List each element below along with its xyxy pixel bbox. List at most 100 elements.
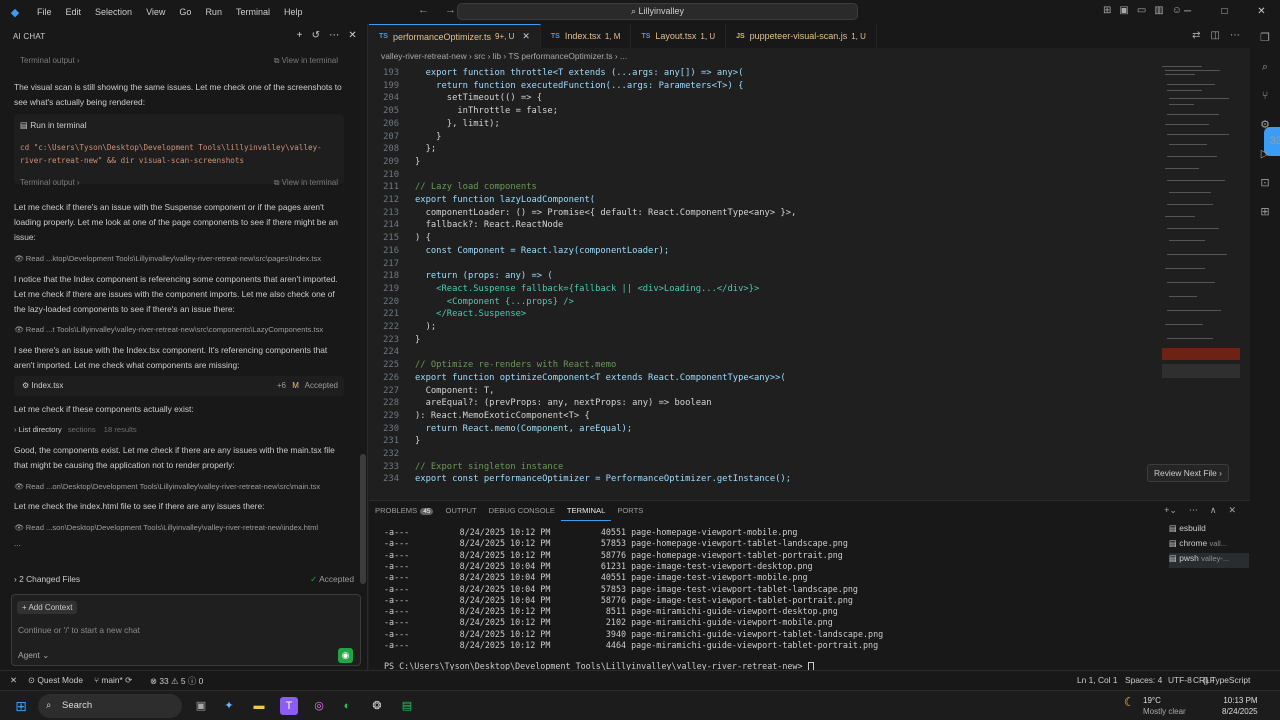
chat-input[interactable]: Continue or '/' to start a new chat [18, 625, 140, 635]
code-editor[interactable]: 193 export function throttle<T extends (… [369, 64, 1250, 494]
changed-files-row[interactable]: › 2 Changed Files ✓ Accepted [14, 574, 354, 590]
cursor-position[interactable]: Ln 1, Col 1 [1077, 675, 1118, 685]
forward-arrow-icon[interactable]: → [445, 4, 456, 16]
new-terminal-icon[interactable]: +⌄ [1164, 505, 1177, 516]
toggle-sidebar-icon[interactable]: ▣ [1119, 5, 1128, 16]
close-panel-icon[interactable]: ✕ [1228, 505, 1236, 516]
clock[interactable]: 10:13 PM 8/24/2025 [1222, 695, 1258, 717]
chatgpt-icon[interactable]: ❂ [368, 697, 386, 715]
language-mode[interactable]: {} TypeScript [1203, 675, 1250, 685]
window-controls: ─ □ ✕ [1169, 0, 1280, 24]
history-icon[interactable]: ↺ [312, 30, 321, 41]
run-debug-icon[interactable]: ▷ [1250, 140, 1280, 169]
agent-dropdown[interactable]: Agent ⌄ [18, 650, 49, 660]
menu-help[interactable]: Help [277, 7, 310, 17]
line-number: 229 [383, 410, 399, 421]
maximize-icon[interactable]: □ [1206, 0, 1243, 24]
compare-icon[interactable]: ⇄ [1192, 30, 1200, 41]
windows-start-icon[interactable]: ⊞ [12, 697, 30, 715]
file-explorer-icon[interactable]: ▬ [250, 697, 268, 715]
menu-file[interactable]: File [30, 7, 59, 17]
app-ring-icon[interactable]: ◎ [310, 697, 328, 715]
read-file-row[interactable]: 👁 Read ...ktop\Development Tools\Lillyin… [14, 254, 348, 263]
problems-indicator[interactable]: ⊗ 33 ⚠ 5 ⓘ 0 [150, 675, 203, 687]
maximize-panel-icon[interactable]: ∧ [1210, 505, 1217, 516]
close-window-icon[interactable]: ✕ [1243, 0, 1280, 24]
menu-run[interactable]: Run [198, 7, 229, 17]
chat-input-box[interactable]: + Add Context Continue or '/' to start a… [11, 594, 361, 666]
tab-index[interactable]: TS Index.tsx 1, M [541, 24, 632, 48]
terminal-output-row[interactable]: Terminal output › ⧉ View in terminal [14, 56, 344, 70]
tab-performance-optimizer[interactable]: TS performanceOptimizer.ts 9+, U ✕ [369, 24, 541, 48]
command-center-search[interactable]: ⌕ Lillyinvalley [457, 3, 858, 20]
minimize-icon[interactable]: ─ [1169, 0, 1206, 24]
more-icon[interactable]: ⋯ [329, 30, 339, 41]
toggle-panel-icon[interactable]: ▭ [1137, 5, 1146, 16]
teams-icon[interactable]: T [280, 697, 298, 715]
chat-scrollbar[interactable] [360, 454, 366, 584]
panel-tabs: PROBLEMS 45 OUTPUT DEBUG CONSOLE TERMINAL… [369, 501, 649, 521]
tab-ports[interactable]: PORTS [611, 501, 649, 521]
new-chat-icon[interactable]: + [297, 30, 303, 41]
close-chat-icon[interactable]: ✕ [348, 30, 357, 41]
customize-layout-icon[interactable]: ⊞ [1103, 5, 1111, 16]
minimap[interactable] [1162, 64, 1242, 394]
remote-icon[interactable]: ⊡ [1250, 169, 1280, 198]
split-editor-icon[interactable]: ◫ [1211, 30, 1220, 41]
terminal-line: -a--- 8/24/2025 10:12 PM 40551 page-home… [384, 527, 798, 537]
encoding[interactable]: UTF-8 [1168, 675, 1192, 685]
branch-indicator[interactable]: ⑂ main* ⟳ [94, 675, 132, 685]
more-actions-icon[interactable]: ⋯ [1230, 30, 1240, 41]
task-view-icon[interactable]: ▣ [192, 697, 210, 715]
copilot-icon[interactable]: ✦ [220, 697, 238, 715]
terminal-item-pwsh[interactable]: ▤ pwsh valley-... [1169, 553, 1249, 568]
tab-puppeteer-visual-scan[interactable]: JS puppeteer-visual-scan.js 1, U [726, 24, 877, 48]
add-context-button[interactable]: + Add Context [17, 601, 78, 614]
terminal-app-icon[interactable]: ◐ [338, 697, 356, 715]
app-logo-icon: ◆ [10, 6, 20, 19]
taskbar-search[interactable]: ⌕ Search [38, 694, 182, 718]
tab-terminal[interactable]: TERMINAL [560, 501, 612, 521]
source-control-icon[interactable]: ⑂334 [1250, 82, 1280, 156]
spreadsheet-icon[interactable]: ▤ [398, 697, 416, 715]
explorer-icon[interactable]: ❐ [1250, 24, 1280, 53]
menu-selection[interactable]: Selection [88, 7, 139, 17]
terminal-output-row-2[interactable]: Terminal output › ⧉ View in terminal [14, 178, 344, 192]
tab-debug-console[interactable]: DEBUG CONSOLE [483, 501, 561, 521]
read-file-row[interactable]: 👁 Read ...son\Desktop\Development Tools\… [14, 523, 348, 532]
menu-view[interactable]: View [139, 7, 172, 17]
terminal-line: -a--- 8/24/2025 10:12 PM 57853 page-home… [384, 538, 848, 549]
toggle-secondary-sidebar-icon[interactable]: ▥ [1154, 5, 1163, 16]
list-directory-row[interactable]: › List directory sections 18 results [14, 425, 348, 434]
line-content: export function lazyLoadComponent( [415, 195, 596, 205]
terminal-item-esbuild[interactable]: ▤ esbuild [1169, 523, 1249, 538]
weather-widget[interactable]: ☾ 19°C Mostly clear [1124, 695, 1186, 717]
status-bar: ✕ ⊙ Quest Mode ⑂ main* ⟳ ⊗ 33 ⚠ 5 ⓘ 0 Ln… [0, 670, 1280, 690]
tab-output[interactable]: OUTPUT [439, 501, 482, 521]
send-icon[interactable]: ◉ [338, 648, 353, 663]
tab-layout[interactable]: TS Layout.tsx 1, U [631, 24, 727, 48]
remote-indicator-icon[interactable]: ✕ [10, 675, 17, 685]
close-tab-icon[interactable]: ✕ [522, 31, 530, 42]
ts-file-icon: TS [641, 32, 651, 40]
review-next-file-button[interactable]: Review Next File › [1147, 464, 1229, 482]
read-file-row[interactable]: 👁 Read ...t Tools\Lillyinvalley\valley-r… [14, 325, 348, 334]
breadcrumb[interactable]: valley-river-retreat-new › src › lib › T… [369, 48, 1250, 64]
search-icon[interactable]: ⌕ [1250, 53, 1280, 82]
indentation[interactable]: Spaces: 4 [1125, 675, 1162, 685]
extensions-icon[interactable]: ⊞ [1250, 198, 1280, 227]
back-arrow-icon[interactable]: ← [418, 4, 429, 16]
extensions-gear-icon[interactable]: ⚙ [1250, 111, 1280, 140]
menu-edit[interactable]: Edit [59, 7, 89, 17]
read-file-row[interactable]: 👁 Read ...on\Desktop\Development Tools\L… [14, 482, 348, 491]
view-in-terminal-link-2[interactable]: View in terminal [282, 178, 338, 187]
more-icon[interactable]: ⋯ [1189, 505, 1198, 516]
edited-file-card[interactable]: ⚙ Index.tsx +6 M Accepted [14, 376, 344, 396]
menu-go[interactable]: Go [172, 7, 198, 17]
view-in-terminal-link[interactable]: View in terminal [282, 56, 338, 65]
tab-problems[interactable]: PROBLEMS 45 [369, 501, 439, 521]
menu-terminal[interactable]: Terminal [229, 7, 277, 17]
quest-mode[interactable]: ⊙ Quest Mode [28, 675, 83, 685]
terminal-item-chrome[interactable]: ▤ chrome vall... [1169, 538, 1249, 553]
terminal-icon: ▤ [1169, 538, 1177, 548]
